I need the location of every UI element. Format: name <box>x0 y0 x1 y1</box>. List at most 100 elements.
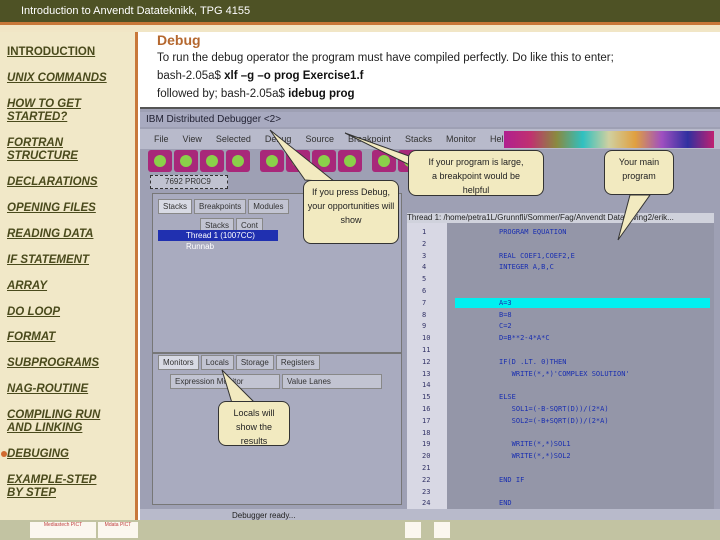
code-line[interactable]: 7 A=3 <box>407 297 714 308</box>
code-line[interactable]: 14 <box>407 380 714 390</box>
tool-icon[interactable] <box>338 150 362 172</box>
tool-icon[interactable] <box>174 150 198 172</box>
nav-compiling-run-linking[interactable]: COMPILING RUN AND LINKING <box>7 409 122 435</box>
presentation-header: Introduction to Anvendt Datateknikk, TPG… <box>0 0 720 22</box>
debugger-titlebar: IBM Distributed Debugger <2> <box>140 112 720 127</box>
nav-debuging[interactable]: DEBUGING <box>7 448 69 461</box>
footer-logo-small <box>434 522 450 538</box>
code-text: D=B**2-4*A*C <box>499 334 550 343</box>
nav-array[interactable]: ARRAY <box>7 280 47 293</box>
tool-icon[interactable] <box>226 150 250 172</box>
line-number: 20 <box>422 452 431 461</box>
code-text: WRITE(*,*)SOL1 <box>499 440 571 449</box>
menu-selected[interactable]: Selected <box>216 134 251 144</box>
line-number: 16 <box>422 405 431 413</box>
menu-monitor[interactable]: Monitor <box>446 134 476 144</box>
tab-stacks[interactable]: Stacks <box>158 199 193 214</box>
menu-debug[interactable]: Debug <box>265 134 292 144</box>
tab-breakpoints[interactable]: Breakpoints <box>194 199 247 214</box>
menu-file[interactable]: File <box>154 134 169 144</box>
nav-example-step-by-step[interactable]: EXAMPLE-STEP BY STEP <box>7 474 102 500</box>
code-line[interactable]: 4 INTEGER A,B,C <box>407 262 714 272</box>
code-line[interactable]: 19 WRITE(*,*)SOL1 <box>407 439 714 449</box>
thread-row[interactable]: Thread 1 (1007CC) Runnab <box>158 230 278 251</box>
code-line[interactable]: 1 PROGRAM EQUATION <box>407 227 714 237</box>
nav-introduction[interactable]: INTRODUCTION <box>7 46 95 59</box>
code-line[interactable]: 2 <box>407 239 714 249</box>
pause-icon[interactable] <box>286 150 310 172</box>
nav-nag-routine[interactable]: NAG-ROUTINE <box>7 383 88 396</box>
tab-storage[interactable]: Storage <box>235 355 274 370</box>
nav-if-statement[interactable]: IF STATEMENT <box>7 254 89 267</box>
line-number: 21 <box>422 464 431 472</box>
menu-source[interactable]: Source <box>305 134 334 144</box>
code-line[interactable]: 16 SOL1=(-B-SQRT(D))/(2*A) <box>407 404 714 414</box>
nav-fortran-structure[interactable]: FORTRAN STRUCTURE <box>7 137 97 163</box>
code-line[interactable]: 3 REAL COEF1,COEF2,E <box>407 251 714 261</box>
line-number: 10 <box>422 334 431 343</box>
line-number: 22 <box>422 475 431 484</box>
menu-stacks[interactable]: Stacks <box>405 134 432 144</box>
code-line[interactable]: 8 B=8 <box>407 310 714 320</box>
line-number: 4 <box>422 263 427 272</box>
col-value[interactable]: Value Lanes <box>282 374 382 389</box>
debug-command: followed by; bash-2.05a$ idebug prog <box>157 88 355 100</box>
source-view: Thread 1: /home/petra1L/Grunnfli/Sommer/… <box>407 213 714 513</box>
nav-do-loop[interactable]: DO LOOP <box>7 306 60 319</box>
code-line[interactable]: 23 <box>407 487 714 497</box>
tool-icon[interactable] <box>200 150 224 172</box>
line-number: 7 <box>422 298 427 307</box>
compile-command: bash-2.05a$ xlf –g –o prog Exercise1.f <box>157 70 364 82</box>
step-icon[interactable] <box>372 150 396 172</box>
code-text: C=2 <box>499 322 512 331</box>
tab-locals[interactable]: Locals <box>200 355 234 370</box>
callout-main-program: Your main program <box>604 150 674 195</box>
code-line[interactable]: 17 SOL2=(-B+SQRT(D))/(2*A) <box>407 416 714 426</box>
code-line[interactable]: 15 ELSE <box>407 392 714 402</box>
process-tab[interactable]: 7692 PR0C9 <box>150 175 228 189</box>
col-expression-monitor[interactable]: Expression Monitor <box>170 374 280 389</box>
code-line[interactable]: 18 <box>407 428 714 438</box>
line-number: 9 <box>422 322 427 331</box>
line-number: 18 <box>422 428 431 437</box>
line-number: 11 <box>422 346 431 354</box>
footer-logo-small <box>405 522 421 538</box>
run-icon[interactable] <box>260 150 284 172</box>
code-text: END IF <box>499 475 525 484</box>
code-text: END <box>499 499 512 508</box>
line-number: 15 <box>422 393 431 402</box>
code-line[interactable]: 5 <box>407 274 714 284</box>
stop-icon[interactable] <box>312 150 336 172</box>
code-line[interactable]: 22 END IF <box>407 475 714 485</box>
code-line[interactable]: 6 <box>407 286 714 296</box>
intro-text: To run the debug operator the program mu… <box>157 52 614 64</box>
code-line[interactable]: 12 IF(D .LT. 0)THEN <box>407 357 714 367</box>
nav-format[interactable]: FORMAT <box>7 331 55 344</box>
code-line[interactable]: 20 WRITE(*,*)SOL2 <box>407 451 714 461</box>
code-line[interactable]: 13 WRITE(*,*)'COMPLEX SOLUTION' <box>407 369 714 379</box>
code-text: SOL2=(-B+SQRT(D))/(2*A) <box>499 416 609 425</box>
tool-icon[interactable] <box>148 150 172 172</box>
nav-opening-files[interactable]: OPENING FILES <box>7 202 96 215</box>
tab-monitors[interactable]: Monitors <box>158 355 199 370</box>
menu-view[interactable]: View <box>183 134 202 144</box>
code-line[interactable]: 11 <box>407 345 714 355</box>
code-line[interactable]: 10 D=B**2-4*A*C <box>407 333 714 343</box>
line-number: 17 <box>422 416 431 425</box>
code-line[interactable]: 9 C=2 <box>407 321 714 331</box>
page-title: Debug <box>157 32 201 48</box>
nav-declarations[interactable]: DECLARATIONS <box>7 176 98 189</box>
line-number: 23 <box>422 487 431 496</box>
nav-reading-data[interactable]: READING DATA <box>7 228 93 241</box>
code-line[interactable]: 24 END <box>407 498 714 508</box>
footer-logo: Mdata PICT <box>98 522 138 538</box>
nav-unix-commands[interactable]: UNIX COMMANDS <box>7 72 107 85</box>
nav-how-to-get-started[interactable]: HOW TO GET STARTED? <box>7 98 102 124</box>
nav-subprograms[interactable]: SUBPROGRAMS <box>7 357 99 370</box>
code-line[interactable]: 21 <box>407 463 714 473</box>
line-number: 8 <box>422 310 427 319</box>
line-number: 12 <box>422 357 431 366</box>
menu-breakpoint[interactable]: Breakpoint <box>348 134 391 144</box>
tab-modules[interactable]: Modules <box>248 199 289 214</box>
tab-registers[interactable]: Registers <box>275 355 320 370</box>
